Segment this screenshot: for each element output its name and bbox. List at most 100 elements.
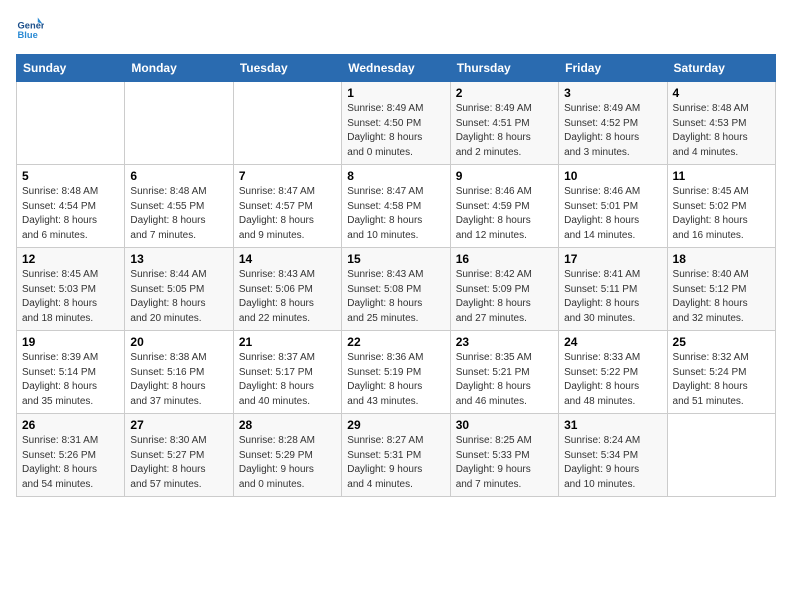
day-info: Sunrise: 8:25 AM Sunset: 5:33 PM Dayligh… [456,434,553,492]
calendar-cell: 14 Sunrise: 8:43 AM Sunset: 5:06 PM Dayli… [233,248,341,331]
day-info: Sunrise: 8:32 AM Sunset: 5:24 PM Dayligh… [673,351,770,409]
day-info: Sunrise: 8:49 AM Sunset: 4:50 PM Dayligh… [347,102,444,160]
weekday-header-tuesday: Tuesday [233,55,341,82]
day-info: Sunrise: 8:30 AM Sunset: 5:27 PM Dayligh… [130,434,227,492]
weekday-header-thursday: Thursday [450,55,558,82]
day-number: 6 [130,169,227,183]
calendar-body: 1Sunrise: 8:49 AM Sunset: 4:50 PM Daylig… [17,82,776,497]
day-info: Sunrise: 8:45 AM Sunset: 5:02 PM Dayligh… [673,185,770,243]
day-number: 18 [673,252,770,266]
calendar-cell: 26 Sunrise: 8:31 AM Sunset: 5:26 PM Dayli… [17,414,125,497]
calendar-cell: 22 Sunrise: 8:36 AM Sunset: 5:19 PM Dayli… [342,331,450,414]
day-info: Sunrise: 8:48 AM Sunset: 4:54 PM Dayligh… [22,185,119,243]
day-number: 21 [239,335,336,349]
day-number: 5 [22,169,119,183]
calendar-week-row: 12 Sunrise: 8:45 AM Sunset: 5:03 PM Dayli… [17,248,776,331]
day-info: Sunrise: 8:28 AM Sunset: 5:29 PM Dayligh… [239,434,336,492]
day-number: 4 [673,86,770,100]
calendar-cell: 12 Sunrise: 8:45 AM Sunset: 5:03 PM Dayli… [17,248,125,331]
day-number: 9 [456,169,553,183]
day-number: 16 [456,252,553,266]
calendar-cell: 9 Sunrise: 8:46 AM Sunset: 4:59 PM Daylig… [450,165,558,248]
page-header: General Blue [16,16,776,44]
day-info: Sunrise: 8:36 AM Sunset: 5:19 PM Dayligh… [347,351,444,409]
day-number: 28 [239,418,336,432]
day-number: 19 [22,335,119,349]
weekday-header-saturday: Saturday [667,55,775,82]
calendar-cell: 4 Sunrise: 8:48 AM Sunset: 4:53 PM Daylig… [667,82,775,165]
day-number: 10 [564,169,661,183]
day-info: Sunrise: 8:47 AM Sunset: 4:57 PM Dayligh… [239,185,336,243]
calendar-cell [667,414,775,497]
calendar-cell: 19 Sunrise: 8:39 AM Sunset: 5:14 PM Dayli… [17,331,125,414]
svg-text:Blue: Blue [18,30,38,40]
calendar-cell: 1Sunrise: 8:49 AM Sunset: 4:50 PM Daylig… [342,82,450,165]
logo-icon: General Blue [16,16,44,44]
day-info: Sunrise: 8:42 AM Sunset: 5:09 PM Dayligh… [456,268,553,326]
day-info: Sunrise: 8:48 AM Sunset: 4:53 PM Dayligh… [673,102,770,160]
day-info: Sunrise: 8:31 AM Sunset: 5:26 PM Dayligh… [22,434,119,492]
day-info: Sunrise: 8:46 AM Sunset: 4:59 PM Dayligh… [456,185,553,243]
calendar-week-row: 26 Sunrise: 8:31 AM Sunset: 5:26 PM Dayli… [17,414,776,497]
calendar-cell [233,82,341,165]
logo: General Blue [16,16,48,44]
day-info: Sunrise: 8:43 AM Sunset: 5:06 PM Dayligh… [239,268,336,326]
day-info: Sunrise: 8:44 AM Sunset: 5:05 PM Dayligh… [130,268,227,326]
calendar-cell: 21 Sunrise: 8:37 AM Sunset: 5:17 PM Dayli… [233,331,341,414]
day-number: 20 [130,335,227,349]
calendar-cell: 24 Sunrise: 8:33 AM Sunset: 5:22 PM Dayli… [559,331,667,414]
calendar-cell: 30 Sunrise: 8:25 AM Sunset: 5:33 PM Dayli… [450,414,558,497]
day-info: Sunrise: 8:48 AM Sunset: 4:55 PM Dayligh… [130,185,227,243]
day-number: 3 [564,86,661,100]
day-info: Sunrise: 8:33 AM Sunset: 5:22 PM Dayligh… [564,351,661,409]
calendar-cell: 5 Sunrise: 8:48 AM Sunset: 4:54 PM Daylig… [17,165,125,248]
calendar-cell: 31 Sunrise: 8:24 AM Sunset: 5:34 PM Dayli… [559,414,667,497]
day-number: 7 [239,169,336,183]
day-info: Sunrise: 8:45 AM Sunset: 5:03 PM Dayligh… [22,268,119,326]
day-number: 2 [456,86,553,100]
day-info: Sunrise: 8:49 AM Sunset: 4:52 PM Dayligh… [564,102,661,160]
calendar-cell: 28 Sunrise: 8:28 AM Sunset: 5:29 PM Dayli… [233,414,341,497]
calendar-cell: 18Sunrise: 8:40 AM Sunset: 5:12 PM Dayli… [667,248,775,331]
day-number: 26 [22,418,119,432]
day-number: 29 [347,418,444,432]
day-number: 17 [564,252,661,266]
day-info: Sunrise: 8:39 AM Sunset: 5:14 PM Dayligh… [22,351,119,409]
day-info: Sunrise: 8:24 AM Sunset: 5:34 PM Dayligh… [564,434,661,492]
calendar-cell: 10Sunrise: 8:46 AM Sunset: 5:01 PM Dayli… [559,165,667,248]
day-number: 31 [564,418,661,432]
calendar-week-row: 19 Sunrise: 8:39 AM Sunset: 5:14 PM Dayli… [17,331,776,414]
day-number: 25 [673,335,770,349]
calendar-cell: 29Sunrise: 8:27 AM Sunset: 5:31 PM Dayli… [342,414,450,497]
day-info: Sunrise: 8:38 AM Sunset: 5:16 PM Dayligh… [130,351,227,409]
calendar-cell: 27Sunrise: 8:30 AM Sunset: 5:27 PM Dayli… [125,414,233,497]
calendar-cell: 15 Sunrise: 8:43 AM Sunset: 5:08 PM Dayli… [342,248,450,331]
day-number: 30 [456,418,553,432]
weekday-header-sunday: Sunday [17,55,125,82]
calendar-cell: 20 Sunrise: 8:38 AM Sunset: 5:16 PM Dayli… [125,331,233,414]
calendar-cell: 8Sunrise: 8:47 AM Sunset: 4:58 PM Daylig… [342,165,450,248]
weekday-header-wednesday: Wednesday [342,55,450,82]
day-number: 13 [130,252,227,266]
calendar-cell: 2Sunrise: 8:49 AM Sunset: 4:51 PM Daylig… [450,82,558,165]
calendar-week-row: 5 Sunrise: 8:48 AM Sunset: 4:54 PM Daylig… [17,165,776,248]
calendar-cell: 23Sunrise: 8:35 AM Sunset: 5:21 PM Dayli… [450,331,558,414]
calendar-cell: 11Sunrise: 8:45 AM Sunset: 5:02 PM Dayli… [667,165,775,248]
day-info: Sunrise: 8:47 AM Sunset: 4:58 PM Dayligh… [347,185,444,243]
day-info: Sunrise: 8:43 AM Sunset: 5:08 PM Dayligh… [347,268,444,326]
day-number: 14 [239,252,336,266]
calendar-cell: 13 Sunrise: 8:44 AM Sunset: 5:05 PM Dayli… [125,248,233,331]
day-number: 15 [347,252,444,266]
day-number: 23 [456,335,553,349]
calendar-table: SundayMondayTuesdayWednesdayThursdayFrid… [16,54,776,497]
calendar-cell: 3 Sunrise: 8:49 AM Sunset: 4:52 PM Daylig… [559,82,667,165]
calendar-cell: 25 Sunrise: 8:32 AM Sunset: 5:24 PM Dayli… [667,331,775,414]
calendar-cell: 17Sunrise: 8:41 AM Sunset: 5:11 PM Dayli… [559,248,667,331]
day-number: 22 [347,335,444,349]
day-number: 12 [22,252,119,266]
day-info: Sunrise: 8:37 AM Sunset: 5:17 PM Dayligh… [239,351,336,409]
day-number: 24 [564,335,661,349]
weekday-header-monday: Monday [125,55,233,82]
calendar-cell [17,82,125,165]
weekday-header-friday: Friday [559,55,667,82]
